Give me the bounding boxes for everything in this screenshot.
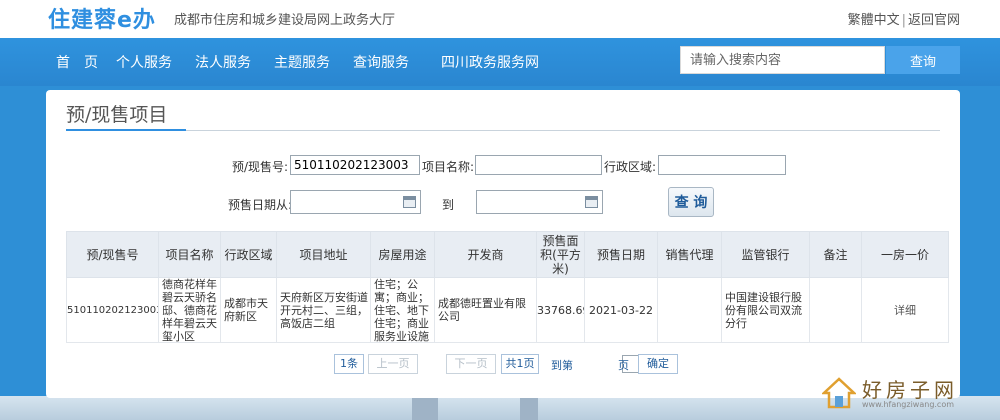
- site-search-input[interactable]: [680, 46, 885, 74]
- column-header: 预售日期: [584, 231, 658, 278]
- prev-page-button[interactable]: 上一页: [368, 354, 418, 374]
- nav-corporate-service[interactable]: 法人服务: [195, 52, 251, 72]
- presale-no-input[interactable]: [290, 155, 420, 175]
- background-tower: [412, 398, 438, 420]
- cell-area: 33768.69: [536, 277, 585, 343]
- column-header: 预售面积(平方米): [536, 231, 585, 278]
- column-header: 监管银行: [721, 231, 810, 278]
- next-page-button[interactable]: 下一页: [446, 354, 496, 374]
- district-label: 行政区域:: [604, 160, 657, 174]
- nav-query-service[interactable]: 查询服务: [353, 52, 409, 72]
- cell-presale-no: 510110202123003: [66, 277, 159, 343]
- column-header: 开发商: [434, 231, 537, 278]
- site-subtitle: 成都市住房和城乡建设局网上政务大厅: [174, 13, 396, 28]
- presale-panel: 预/现售项目 预/现售号: 项目名称: 行政区域: 预售日期从: 到 查 询 预…: [46, 90, 960, 398]
- site-search-button[interactable]: 查询: [886, 46, 960, 74]
- page-title: 预/现售项目: [66, 104, 168, 126]
- column-header: 项目地址: [276, 231, 371, 278]
- house-logo-icon: [822, 377, 856, 409]
- watermark: 好房子网 www.hfangziwang.com: [822, 372, 982, 416]
- column-header: 行政区域: [220, 231, 277, 278]
- cell-usage-text: 住宅；公寓；商业；住宅、地下住宅；商业服务业设施: [374, 278, 429, 342]
- date-from-label: 预售日期从:: [228, 198, 293, 212]
- calendar-icon[interactable]: [403, 196, 416, 208]
- column-header: 项目名称: [158, 231, 221, 278]
- query-button[interactable]: 查 询: [668, 187, 714, 217]
- top-links: 繁體中文 | 返回官网: [848, 9, 960, 28]
- nav-home[interactable]: 首 页: [56, 52, 98, 72]
- cell-address: 天府新区万安街道开元村二、三组，高饭店二组: [276, 277, 371, 343]
- presale-no-label: 预/现售号:: [232, 160, 289, 174]
- traditional-chinese-link[interactable]: 繁體中文: [848, 13, 900, 28]
- record-count: 1条: [334, 354, 364, 374]
- cell-bank: 中国建设银行股份有限公司双流分行: [721, 277, 810, 343]
- calendar-icon[interactable]: [585, 196, 598, 208]
- date-from-input[interactable]: [290, 190, 421, 214]
- return-official-site-link[interactable]: 返回官网: [908, 13, 960, 28]
- date-to-label: 到: [442, 198, 455, 212]
- background-tower: [520, 398, 538, 420]
- price-detail-link[interactable]: 详细: [894, 304, 916, 317]
- table-header-row: 预/现售号 项目名称 行政区域 项目地址 房屋用途 开发商 预售面积(平方米) …: [66, 231, 949, 278]
- column-header: 预/现售号: [66, 231, 159, 278]
- goto-page-suffix: 页: [618, 359, 629, 372]
- link-separator: |: [901, 13, 906, 28]
- cell-price: 详细: [861, 277, 949, 343]
- goto-prefix: 到第: [551, 359, 573, 372]
- title-divider: [66, 130, 940, 131]
- goto-confirm-button[interactable]: 确定: [638, 354, 678, 374]
- column-header: 房屋用途: [370, 231, 435, 278]
- cell-district: 成都市天府新区: [220, 277, 277, 343]
- site-logo[interactable]: 住建蓉e办: [48, 2, 156, 34]
- column-header: 一房一价: [861, 231, 949, 278]
- nav-sichuan-gov-service[interactable]: 四川政务服务网: [441, 52, 539, 72]
- project-name-label: 项目名称:: [422, 160, 475, 174]
- table-row: 510110202123003 德商花样年碧云天骄名邸、德商花样年碧云天玺小区 …: [66, 277, 949, 343]
- date-to-input[interactable]: [476, 190, 603, 214]
- cell-project-name-text: 德商花样年碧云天骄名邸、德商花样年碧云天玺小区: [162, 278, 217, 342]
- cell-date: 2021-03-22: [584, 277, 658, 343]
- watermark-text: 好房子网: [862, 378, 958, 402]
- cell-agent: [657, 277, 722, 343]
- cell-project-name: 德商花样年碧云天骄名邸、德商花样年碧云天玺小区: [158, 277, 221, 343]
- nav-theme-service[interactable]: 主题服务: [274, 52, 330, 72]
- top-header: 住建蓉e办 成都市住房和城乡建设局网上政务大厅 繁體中文 | 返回官网: [0, 0, 1000, 38]
- nav-personal-service[interactable]: 个人服务: [116, 52, 172, 72]
- presale-results-table: 预/现售号 项目名称 行政区域 项目地址 房屋用途 开发商 预售面积(平方米) …: [66, 231, 949, 343]
- cell-remark: [809, 277, 862, 343]
- cell-usage: 住宅；公寓；商业；住宅、地下住宅；商业服务业设施: [370, 277, 435, 343]
- watermark-url: www.hfangziwang.com: [862, 400, 955, 409]
- title-accent: [66, 129, 186, 131]
- project-name-input[interactable]: [475, 155, 602, 175]
- total-pages: 共1页: [501, 354, 539, 374]
- column-header: 销售代理: [657, 231, 722, 278]
- cell-developer: 成都德旺置业有限公司: [434, 277, 537, 343]
- column-header: 备注: [809, 231, 862, 278]
- district-input[interactable]: [658, 155, 786, 175]
